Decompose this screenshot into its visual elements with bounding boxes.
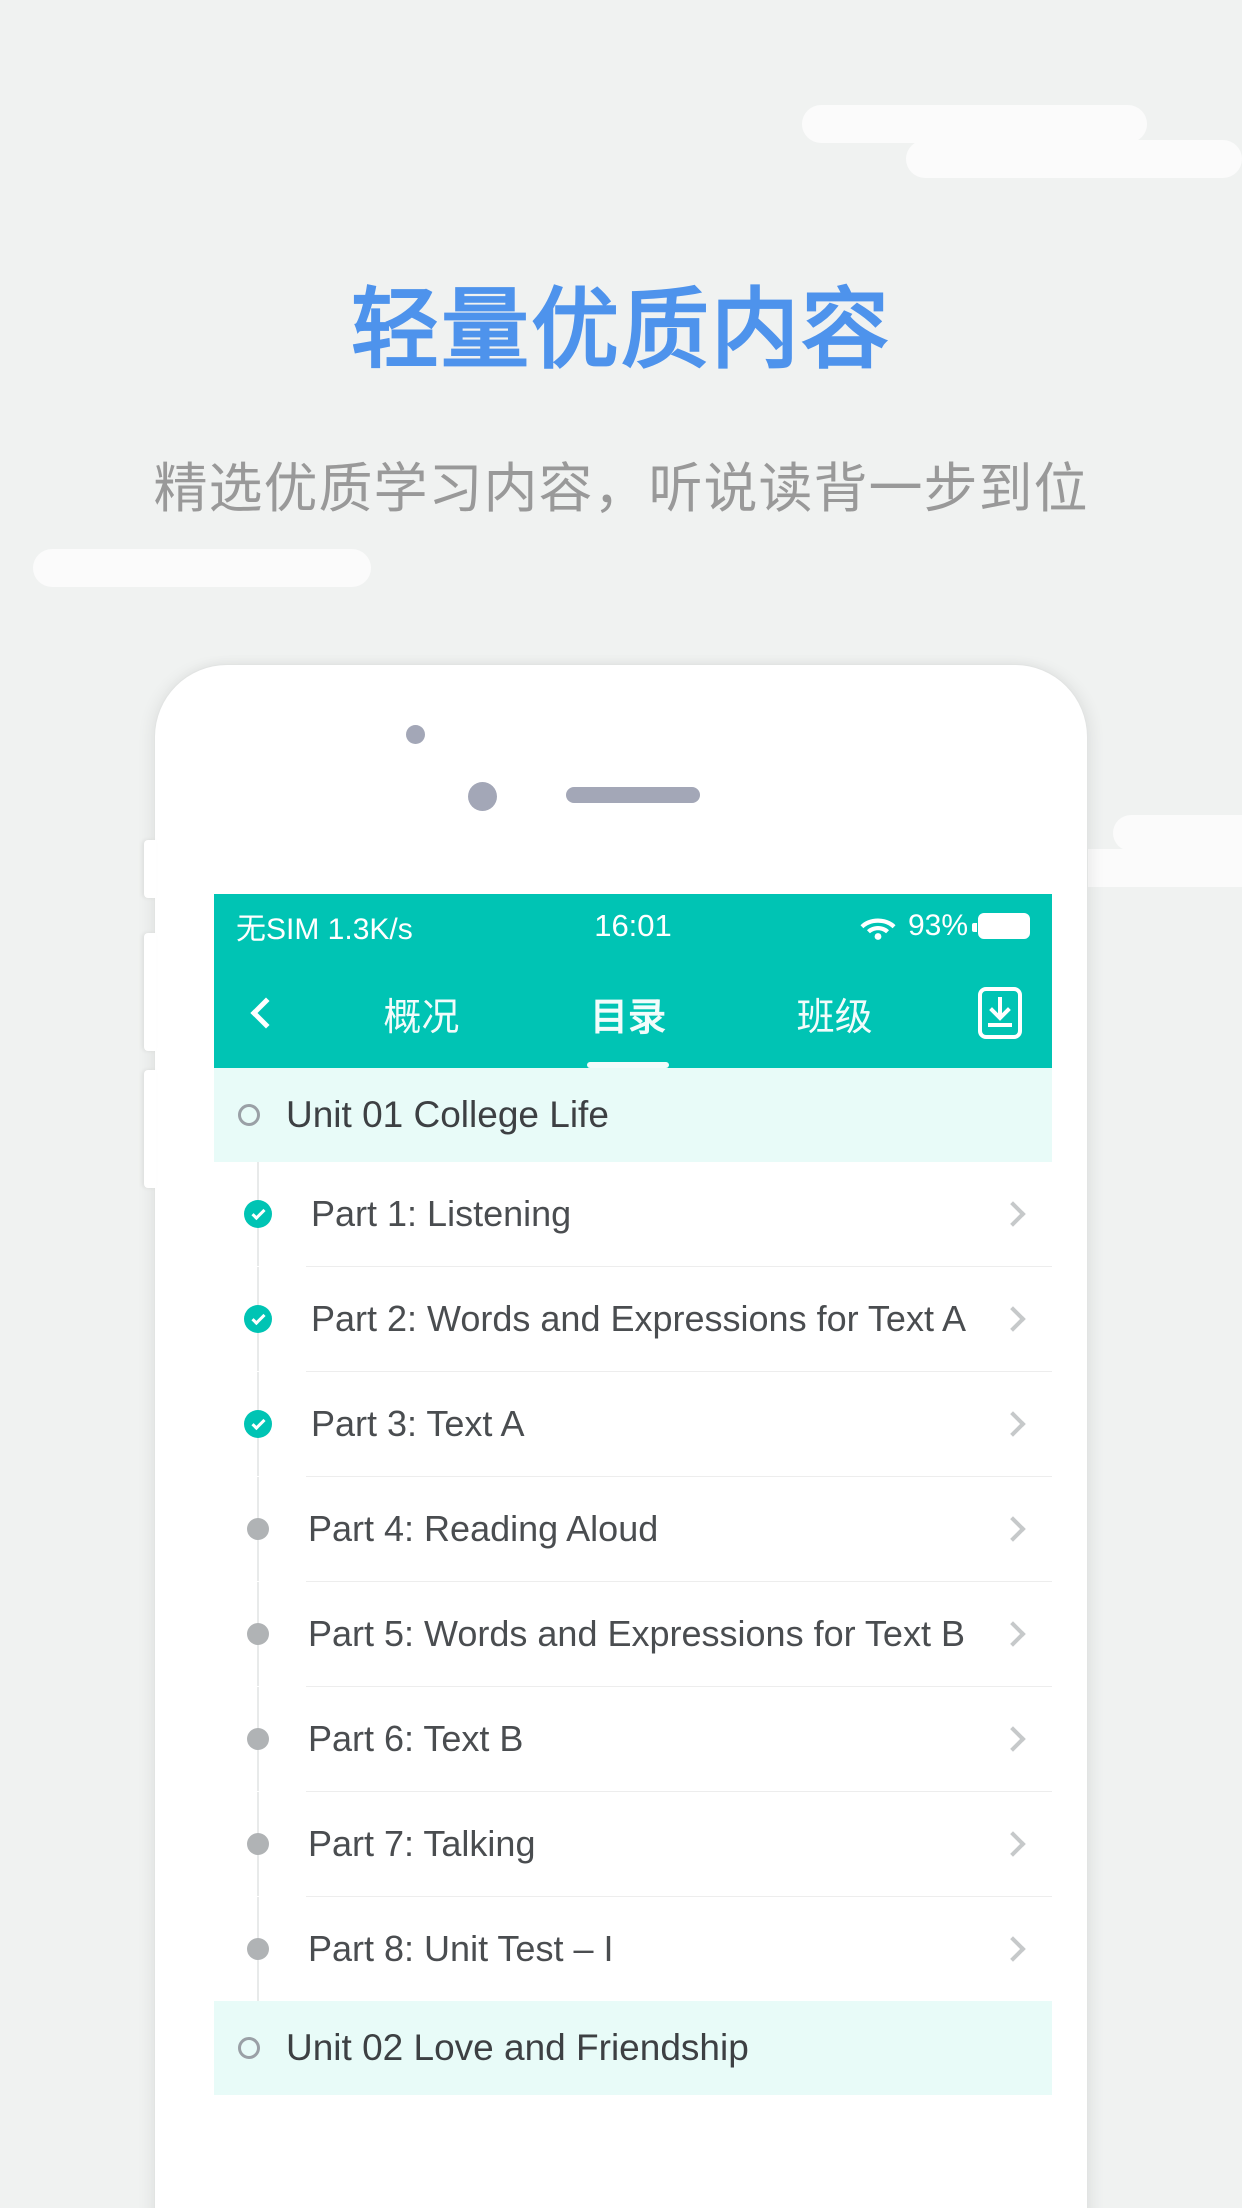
- unit-header-row[interactable]: Unit 01 College Life: [214, 1068, 1052, 1162]
- list-item[interactable]: Part 2: Words and Expressions for Text A: [214, 1267, 1052, 1371]
- chevron-right-icon: [1000, 1201, 1026, 1227]
- background-pill-top-left: [802, 105, 1147, 143]
- list-item-label: Part 1: Listening: [311, 1193, 572, 1234]
- back-button[interactable]: [214, 997, 318, 1029]
- tab-class[interactable]: 班级: [791, 958, 879, 1068]
- phone-sensor-icon: [406, 725, 425, 744]
- chevron-left-icon: [250, 997, 282, 1029]
- tab-strip: 概况 目录 班级: [318, 958, 948, 1068]
- wifi-icon: [860, 918, 896, 940]
- unit-header-row[interactable]: Unit 02 Love and Friendship: [214, 2001, 1052, 2095]
- chevron-right-icon: [1000, 1516, 1026, 1542]
- list-item-label: Part 8: Unit Test – I: [308, 1928, 614, 1969]
- phone-camera-icon: [468, 782, 497, 811]
- download-icon: [978, 987, 1022, 1039]
- list-item[interactable]: Part 3: Text A: [214, 1372, 1052, 1476]
- chevron-right-icon: [1000, 1831, 1026, 1857]
- list-item[interactable]: Part 5: Words and Expressions for Text B: [214, 1582, 1052, 1686]
- tab-overview[interactable]: 概况: [377, 958, 465, 1068]
- navigation-bar: 概况 目录 班级: [214, 958, 1052, 1068]
- pending-dot-icon: [247, 1833, 269, 1855]
- catalog-list: Unit 01 College Life Part 1: Listening P…: [214, 1068, 1052, 2095]
- list-item-label: Part 5: Words and Expressions for Text B: [308, 1613, 965, 1654]
- download-button[interactable]: [948, 986, 1052, 1040]
- phone-mute-switch: [144, 840, 156, 898]
- list-item-label: Part 3: Text A: [311, 1403, 525, 1444]
- background-pill-side-top: [1113, 815, 1242, 851]
- battery-icon: [972, 913, 1030, 939]
- status-bar: 无SIM 1.3K/s 16:01 93%: [214, 894, 1052, 958]
- pending-dot-icon: [247, 1623, 269, 1645]
- chevron-right-icon: [1000, 1306, 1026, 1332]
- pending-dot-icon: [247, 1518, 269, 1540]
- list-item[interactable]: Part 4: Reading Aloud: [214, 1477, 1052, 1581]
- unit-title: Unit 01 College Life: [286, 1094, 609, 1135]
- completed-check-icon: [244, 1305, 272, 1333]
- phone-volume-up-button: [144, 933, 156, 1051]
- app-screen: 无SIM 1.3K/s 16:01 93% 概况 目录 班级 Unit 01 C…: [214, 894, 1052, 2208]
- list-item-label: Part 7: Talking: [308, 1823, 536, 1864]
- page-subtitle: 精选优质学习内容，听说读背一步到位: [153, 459, 1089, 519]
- chevron-right-icon: [1000, 1936, 1026, 1962]
- battery-percent-label: 93%: [907, 909, 968, 942]
- list-item-label: Part 2: Words and Expressions for Text A: [311, 1298, 966, 1339]
- list-item[interactable]: Part 1: Listening: [214, 1162, 1052, 1266]
- list-item-label: Part 6: Text B: [308, 1718, 524, 1759]
- status-indicators: 93%: [858, 909, 1030, 943]
- unit-status-ring-icon: [238, 1104, 260, 1126]
- list-item[interactable]: Part 8: Unit Test – I: [214, 1897, 1052, 2001]
- chevron-right-icon: [1000, 1621, 1026, 1647]
- phone-volume-down-button: [144, 1070, 156, 1188]
- unit-status-ring-icon: [238, 2037, 260, 2059]
- tab-catalog[interactable]: 目录: [584, 958, 672, 1068]
- pending-dot-icon: [247, 1938, 269, 1960]
- list-item[interactable]: Part 6: Text B: [214, 1687, 1052, 1791]
- completed-check-icon: [244, 1410, 272, 1438]
- chevron-right-icon: [1000, 1411, 1026, 1437]
- background-pill-mid-left: [33, 549, 371, 587]
- background-pill-top-right: [906, 140, 1242, 178]
- completed-check-icon: [244, 1200, 272, 1228]
- pending-dot-icon: [247, 1728, 269, 1750]
- page-title: 轻量优质内容: [350, 280, 891, 379]
- chevron-right-icon: [1000, 1726, 1026, 1752]
- unit-title: Unit 02 Love and Friendship: [286, 2027, 749, 2068]
- list-item[interactable]: Part 7: Talking: [214, 1792, 1052, 1896]
- phone-speaker-grille: [566, 787, 700, 803]
- list-item-label: Part 4: Reading Aloud: [308, 1508, 659, 1549]
